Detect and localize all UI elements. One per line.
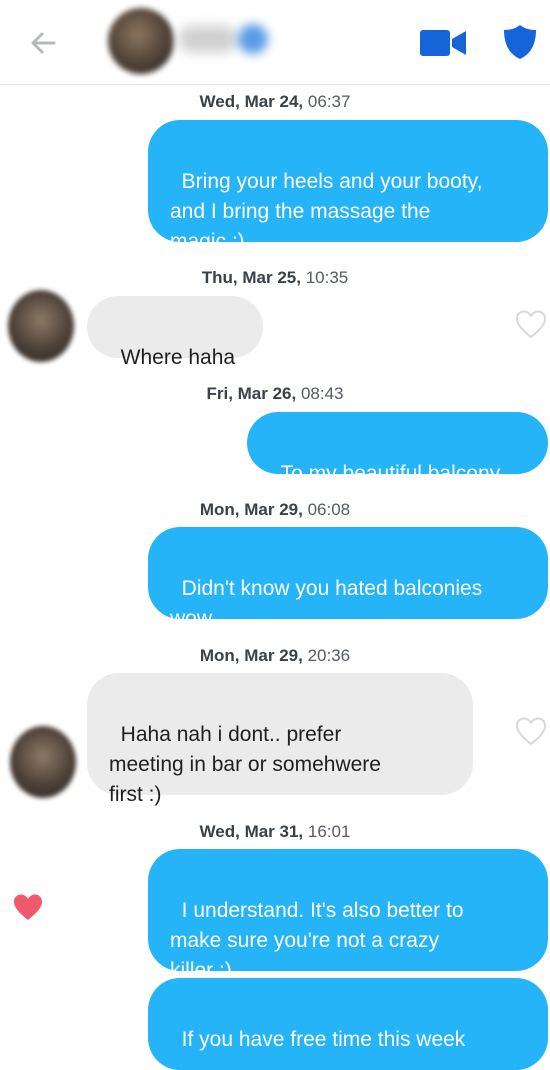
message-text: Where haha xyxy=(120,346,236,369)
message-text: Haha nah i dont.. prefer meeting in bar … xyxy=(109,723,381,806)
message-text: If you have free time this week xyxy=(181,1028,466,1051)
match-avatar[interactable] xyxy=(108,8,174,74)
message-text: Bring your heels and your booty, and I b… xyxy=(170,170,483,253)
message-timestamp: Mon, Mar 29, 06:08 xyxy=(199,500,351,519)
match-avatar[interactable] xyxy=(8,290,74,362)
message-timestamp: Mon, Mar 29, 20:36 xyxy=(199,646,351,665)
match-avatar[interactable] xyxy=(10,726,76,798)
outgoing-message-bubble[interactable]: I understand. It's also better to make s… xyxy=(148,849,548,982)
message-timestamp: Wed, Mar 31, 16:01 xyxy=(199,822,351,841)
outgoing-message-bubble[interactable]: Bring your heels and your booty, and I b… xyxy=(148,120,548,253)
like-heart-icon[interactable] xyxy=(515,716,547,746)
shield-icon[interactable] xyxy=(503,24,537,60)
like-heart-icon[interactable] xyxy=(515,309,547,339)
outgoing-message-bubble[interactable]: Didn't know you hated balconies wow xyxy=(148,527,548,630)
chat-header xyxy=(0,0,550,85)
message-timestamp: Thu, Mar 25, 10:35 xyxy=(201,268,349,287)
liked-heart-icon[interactable] xyxy=(12,892,44,922)
message-text: To my beautiful balcony xyxy=(280,462,501,485)
outgoing-message-bubble[interactable]: If you have free time this week xyxy=(148,978,548,1070)
message-timestamp: Wed, Mar 24, 06:37 xyxy=(199,92,351,111)
message-timestamp: Fri, Mar 26, 08:43 xyxy=(206,384,344,403)
back-arrow-icon[interactable] xyxy=(26,26,60,60)
video-camera-icon[interactable] xyxy=(420,30,466,56)
outgoing-message-bubble[interactable]: To my beautiful balcony xyxy=(247,412,548,485)
match-name[interactable] xyxy=(178,26,238,52)
message-text: I understand. It's also better to make s… xyxy=(170,899,464,982)
incoming-message-bubble[interactable]: Where haha xyxy=(87,296,263,369)
message-text: Didn't know you hated balconies wow xyxy=(170,577,483,630)
verified-badge-icon xyxy=(238,24,268,54)
incoming-message-bubble[interactable]: Haha nah i dont.. prefer meeting in bar … xyxy=(87,673,473,806)
